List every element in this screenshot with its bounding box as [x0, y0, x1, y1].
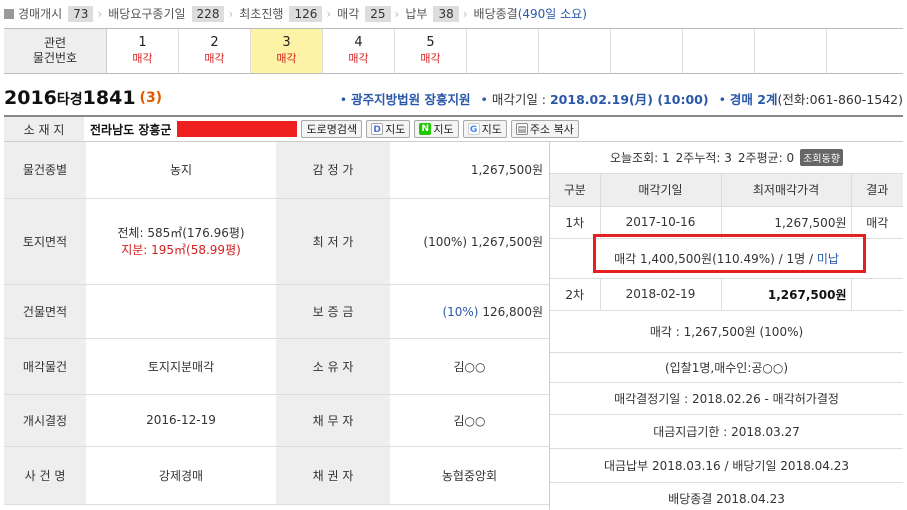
- related-item-empty: [611, 29, 683, 73]
- deadline-info: 대금지급기한 : 2018.03.27: [550, 414, 903, 449]
- sale-history-table: 구분 매각기일 최저매각가격 결과 1차 2017-10-16 1,267,50…: [550, 174, 903, 510]
- round-cell: 2차: [550, 278, 601, 311]
- debtor-value: 김○○: [390, 394, 549, 447]
- first-sale-detail: 매각 1,400,500원(110.49%) / 1명 / 미납: [550, 238, 903, 279]
- result-cell: 매각: [851, 206, 903, 239]
- related-item-3[interactable]: 3 매각: [251, 29, 323, 73]
- appraisal-value: 1,267,500원: [390, 142, 549, 199]
- progress-bar: 경매개시 73 › 배당요구종기일 228 › 최초진행 126 › 매각 25…: [0, 0, 907, 27]
- dept-phone: (전화:061-860-1542): [777, 91, 903, 107]
- creditor-value: 농협중앙회: [390, 446, 549, 505]
- related-item-empty: [539, 29, 611, 73]
- related-item-1[interactable]: 1 매각: [107, 29, 179, 73]
- progress-step: 최초진행 126 ›: [239, 5, 332, 22]
- appraisal-label: 감 정 가: [276, 142, 390, 199]
- col-min-price: 최저매각가격: [721, 174, 852, 207]
- view-trend-button[interactable]: 조회동향: [800, 149, 843, 166]
- deposit-value: (10%) 126,800원: [390, 284, 549, 339]
- progress-step: 경매개시 73 ›: [18, 5, 103, 22]
- col-result: 결과: [851, 174, 903, 207]
- progress-count: 73: [68, 5, 94, 22]
- price-cell: 1,267,500원: [721, 278, 852, 311]
- min-price-value: (100%) 1,267,500원: [390, 198, 549, 285]
- related-items-bar: 관련 물건번호 1 매각 2 매각 3 매각 4 매각 5 매각: [4, 28, 903, 74]
- related-item-empty: [755, 29, 827, 73]
- daum-map-button[interactable]: D 지도: [366, 120, 411, 138]
- sale-history-panel: 오늘조회: 1 2주누적: 3 2주평균: 0 조회동향 구분 매각기일 최저매…: [549, 142, 903, 510]
- progress-duration: (490일 소요): [517, 7, 587, 21]
- progress-step: 배당종결 (490일 소요): [473, 7, 587, 21]
- land-area-label: 토지면적: [4, 198, 86, 285]
- sale-item-value: 토지지분매각: [86, 338, 276, 395]
- progress-count: 25: [365, 5, 391, 22]
- sale-item-label: 매각물건: [4, 338, 86, 395]
- date-cell: 2018-02-19: [600, 278, 722, 311]
- address-label: 소 재 지: [4, 117, 84, 141]
- case-title-row: 2016타경1841 (3) • 광주지방법원 장흥지원 • 매각기일 : 20…: [4, 87, 903, 109]
- min-price-label: 최 저 가: [276, 198, 390, 285]
- debtor-label: 채 무 자: [276, 394, 390, 447]
- progress-count: 228: [191, 5, 225, 22]
- price-cell: 1,267,500원: [721, 206, 852, 239]
- naver-icon: N: [419, 123, 432, 135]
- auction-dept[interactable]: 경매 2계: [730, 92, 778, 107]
- progress-count: 38: [433, 5, 459, 22]
- date-cell: 2017-10-16: [600, 206, 722, 239]
- payment-info: 대금납부 2018.03.16 / 배당기일 2018.04.23: [550, 448, 903, 483]
- round-cell: 1차: [550, 206, 601, 239]
- open-decision-value: 2016-12-19: [86, 394, 276, 447]
- copy-icon: ▤: [515, 123, 528, 135]
- road-name-search-button[interactable]: 도로명검색: [301, 120, 363, 138]
- related-item-5[interactable]: 5 매각: [395, 29, 467, 73]
- bidders-info: (입찰1명,매수인:공○○): [550, 352, 903, 383]
- use-value: 농지: [86, 142, 276, 199]
- col-round: 구분: [550, 174, 601, 207]
- google-icon: G: [467, 123, 480, 135]
- result-cell: [851, 278, 903, 311]
- creditor-label: 채 권 자: [276, 446, 390, 505]
- sale-result: 매각 : 1,267,500원 (100%): [550, 310, 903, 353]
- property-info-table: 물건종별 농지 감 정 가 1,267,500원 토지면적 전체: 585㎡(1…: [4, 142, 549, 505]
- use-label: 물건종별: [4, 142, 86, 199]
- case-item-count: (3): [139, 90, 163, 106]
- progress-step: 납부 38 ›: [405, 5, 468, 22]
- court-name[interactable]: 광주지방법원 장흥지원: [351, 92, 470, 107]
- progress-square-icon: [4, 8, 14, 19]
- building-area-label: 건물면적: [4, 284, 86, 339]
- building-area-value: [86, 284, 276, 339]
- copy-address-button[interactable]: ▤ 주소 복사: [510, 120, 579, 138]
- sale-date: 2018.02.19(月) (10:00): [549, 91, 709, 107]
- case-name-label: 사 건 명: [4, 446, 86, 505]
- open-decision-label: 개시결정: [4, 394, 86, 447]
- address-value: 전라남도 장흥군: [90, 122, 172, 137]
- progress-step: 매각 25 ›: [337, 5, 400, 22]
- view-stats: 오늘조회: 1 2주누적: 3 2주평균: 0 조회동향: [550, 142, 903, 174]
- progress-count: 126: [289, 5, 323, 22]
- col-sale-date: 매각기일: [600, 174, 722, 207]
- related-item-2[interactable]: 2 매각: [179, 29, 251, 73]
- naver-map-button[interactable]: N 지도: [414, 120, 459, 138]
- address-row: 소 재 지 전라남도 장흥군 도로명검색 D 지도 N 지도 G 지도 ▤ 주소 복사: [4, 115, 903, 142]
- decision-info: 매각결정기일 : 2018.02.26 - 매각허가결정: [550, 382, 903, 415]
- progress-step: 배당요구종기일 228 ›: [108, 5, 234, 22]
- related-item-4[interactable]: 4 매각: [323, 29, 395, 73]
- deposit-label: 보 증 금: [276, 284, 390, 339]
- google-map-button[interactable]: G 지도: [462, 120, 507, 138]
- related-item-empty: [683, 29, 755, 73]
- related-item-empty: [467, 29, 539, 73]
- closing-info: 배당종결 2018.04.23: [550, 482, 903, 510]
- unpaid-link[interactable]: 미납: [817, 252, 839, 266]
- related-items-header: 관련 물건번호: [4, 29, 107, 73]
- case-number: 2016타경1841: [4, 87, 136, 109]
- redacted-address: [177, 121, 298, 137]
- owner-label: 소 유 자: [276, 338, 390, 395]
- land-area-value: 전체: 585㎡(176.96평) 지분: 195㎡(58.99평): [86, 198, 276, 285]
- owner-value: 김○○: [390, 338, 549, 395]
- daum-icon: D: [371, 123, 384, 135]
- case-name-value: 강제경매: [86, 446, 276, 505]
